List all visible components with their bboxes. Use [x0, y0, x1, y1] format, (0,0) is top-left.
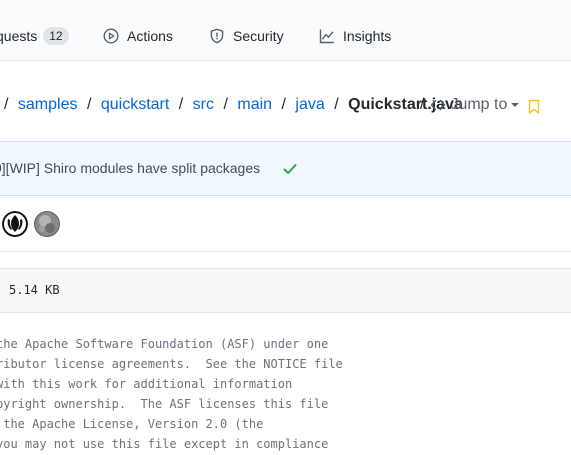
breadcrumb-separator: /: [86, 96, 92, 113]
tab-security[interactable]: Security: [209, 26, 284, 46]
breadcrumb-link-java[interactable]: java: [295, 96, 324, 113]
graph-icon: [319, 29, 334, 44]
tab-actions-label: Actions: [127, 28, 173, 44]
code-line: ributor license agreements. See the NOTI…: [0, 357, 343, 371]
tab-actions[interactable]: Actions: [103, 26, 173, 46]
breadcrumb-separator: /: [178, 96, 184, 113]
jump-to-dropdown[interactable]: / Jump to: [420, 94, 520, 116]
breadcrumb: / samples / quickstart / src / main / ja…: [0, 94, 463, 116]
code-line: the Apache Software Foundation (ASF) und…: [0, 337, 329, 351]
shield-icon: [210, 28, 224, 44]
check-icon: [283, 164, 297, 174]
breadcrumb-separator: /: [281, 96, 286, 113]
code-icon: [431, 99, 446, 111]
chevron-down-icon: [511, 103, 520, 107]
avatar[interactable]: [2, 211, 28, 237]
tab-security-label: Security: [233, 28, 284, 44]
contributor-avatar-icon: [34, 211, 60, 237]
latest-commit-bar: 9][WIP] Shiro modules have split package…: [0, 141, 571, 196]
breadcrumb-link-samples[interactable]: samples: [18, 96, 78, 113]
code-line: the Apache License, Version 2.0 (the: [0, 417, 264, 431]
code-line: pyright ownership. The ASF licenses this…: [0, 397, 329, 411]
tab-pull-requests[interactable]: quests 12: [0, 26, 69, 46]
contributor-avatar-icon: [2, 211, 28, 237]
breadcrumb-link-main[interactable]: main: [237, 96, 272, 113]
jump-to-label: Jump to: [450, 96, 508, 113]
tab-pull-requests-label: quests: [0, 28, 38, 44]
avatar[interactable]: [34, 211, 60, 237]
breadcrumb-link-quickstart[interactable]: quickstart: [101, 96, 169, 113]
file-size: 5.14 KB: [9, 283, 60, 297]
file-info-bar: 5.14 KB: [0, 268, 571, 313]
breadcrumb-separator: /: [223, 96, 228, 113]
contributors-row: [0, 196, 571, 252]
code-line: with this work for additional informatio…: [0, 377, 293, 391]
breadcrumb-separator: /: [420, 96, 425, 113]
tab-insights[interactable]: Insights: [319, 26, 391, 46]
bookmark-icon[interactable]: [528, 99, 540, 115]
commit-message[interactable]: 9][WIP] Shiro modules have split package…: [0, 160, 260, 176]
code-line: you may not use this file except in comp…: [0, 437, 329, 451]
breadcrumb-link-src[interactable]: src: [193, 96, 214, 113]
tab-insights-label: Insights: [343, 28, 392, 44]
play-icon: [103, 28, 119, 44]
pull-requests-count-badge: 12: [43, 27, 69, 45]
repo-nav: quests 12 Actions Security Insights: [0, 0, 571, 61]
breadcrumb-separator: /: [334, 96, 339, 113]
breadcrumb-separator: /: [4, 96, 9, 113]
